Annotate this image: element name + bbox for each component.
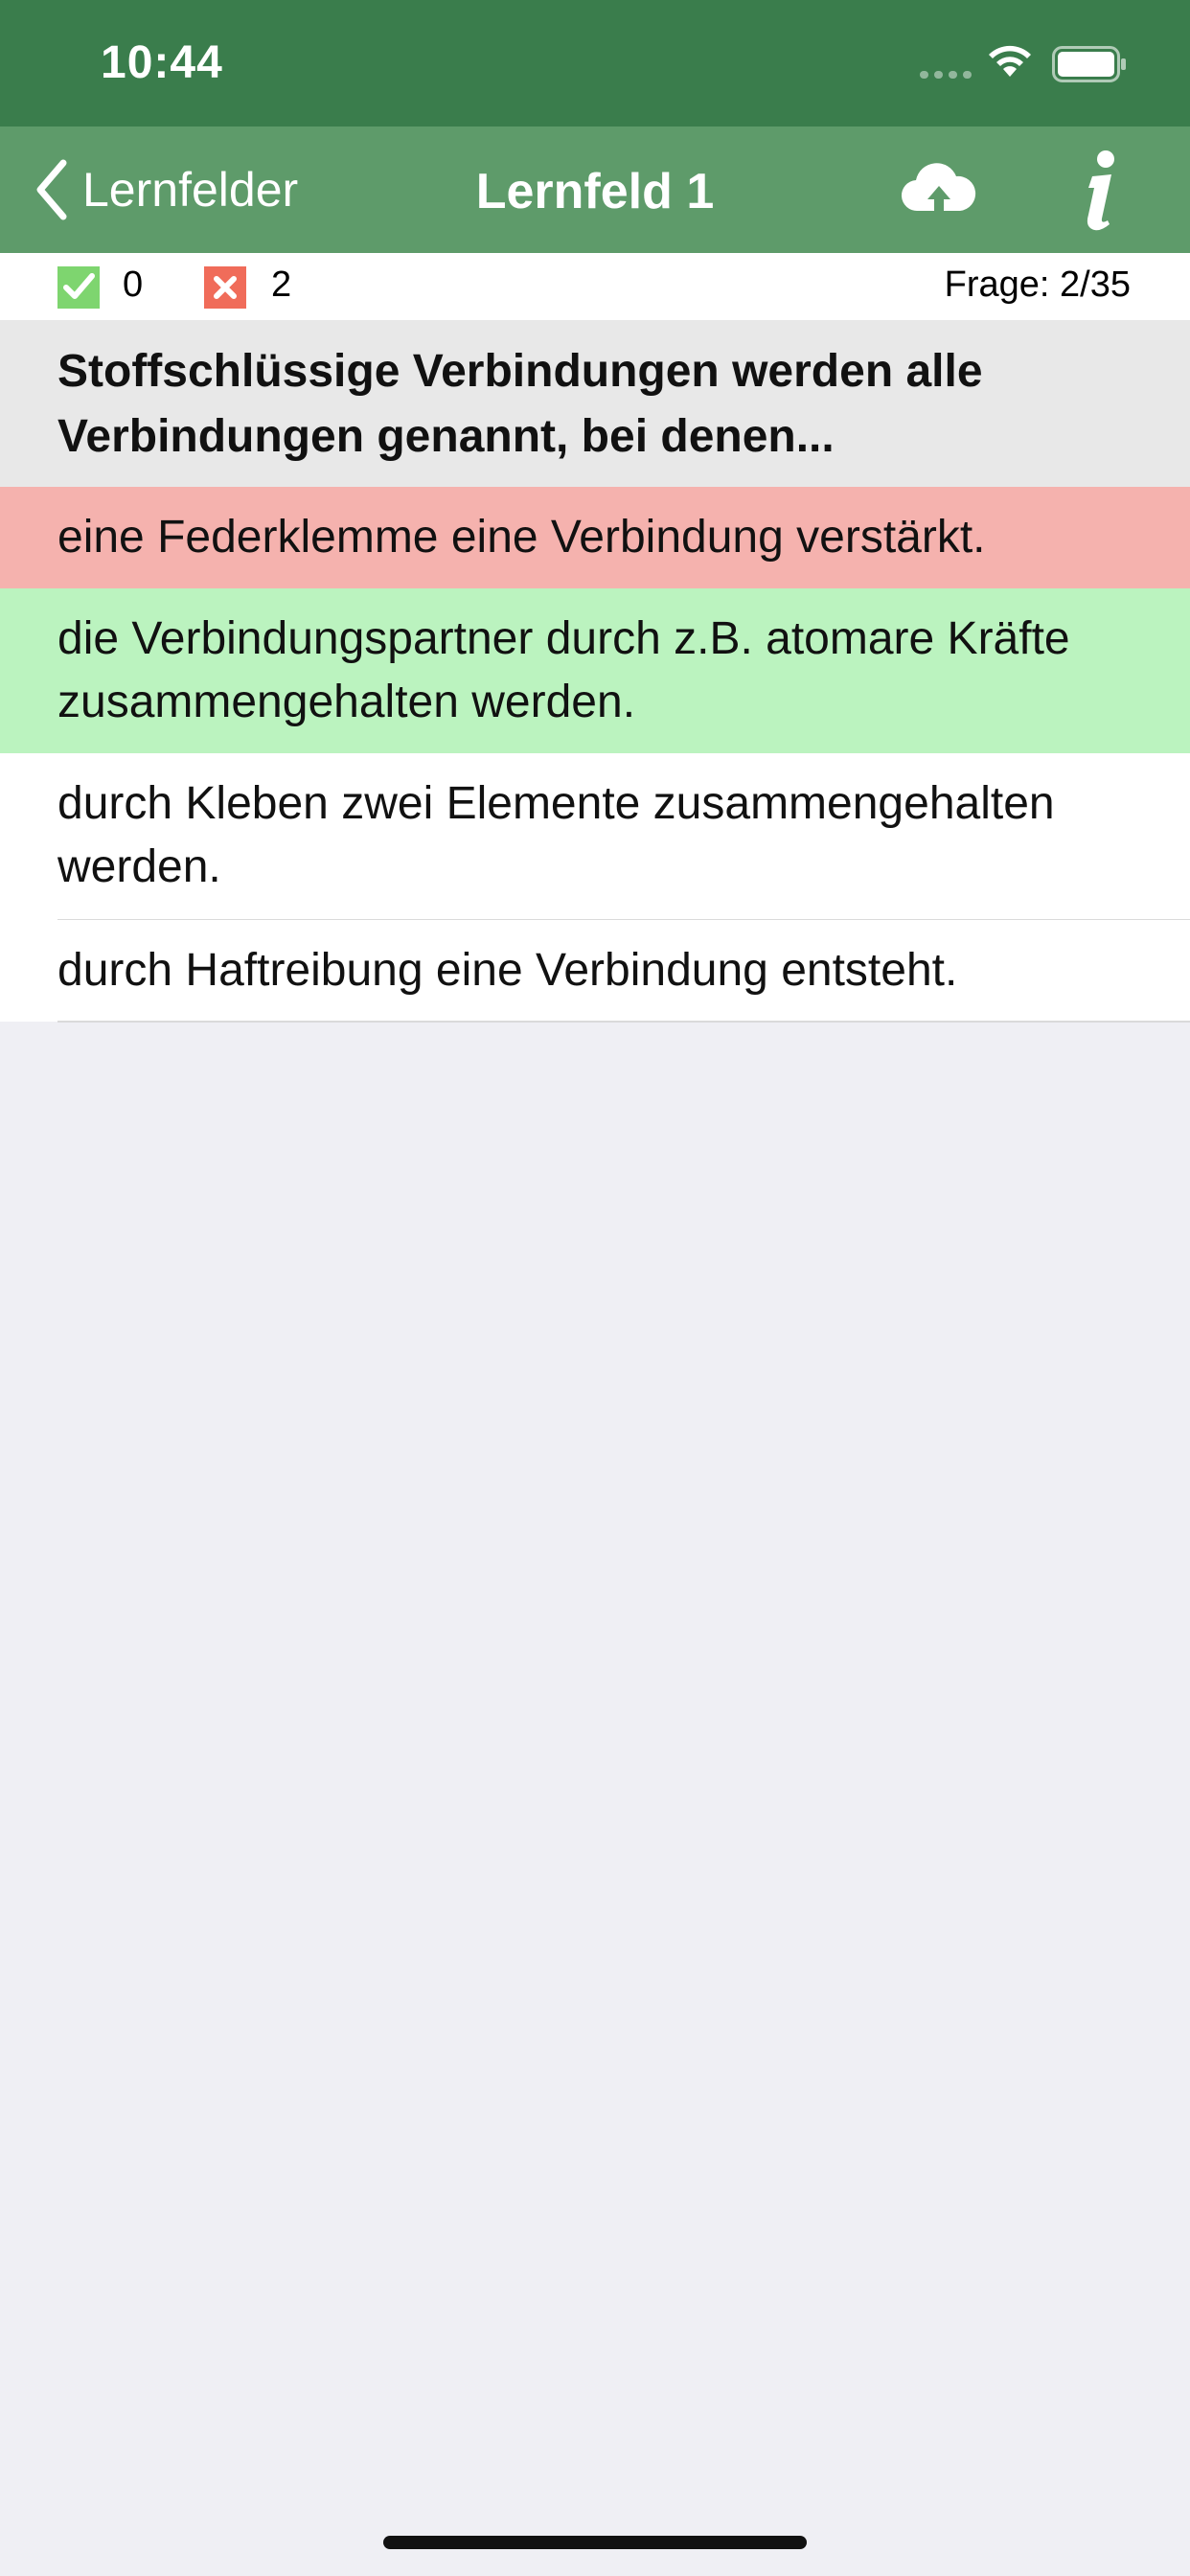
cloud-upload-icon[interactable] [901,155,977,224]
answer-option-wrong[interactable]: eine Federklemme eine Verbindung verstär… [0,487,1190,588]
status-time: 10:44 [101,37,223,88]
answer-option[interactable]: durch Haftreibung eine Verbindung entste… [0,920,1190,1022]
status-bar: 10:44 [0,0,1190,126]
cross-icon [204,266,246,309]
question-text: Stoffschlüssige Verbindungen werden alle… [0,320,1190,487]
question-counter: Frage: 2/35 [944,264,1131,305]
cellular-signal-icon [920,71,973,79]
correct-count: 0 [123,264,144,305]
answer-option[interactable]: durch Kleben zwei Elemente zusammengehal… [0,753,1190,920]
page-title: Lernfeld 1 [475,164,715,219]
checkmark-icon [57,266,100,309]
navigation-bar: Lernfelder Lernfeld 1 [0,126,1190,253]
wifi-icon [989,45,1031,77]
home-indicator[interactable] [383,2536,807,2549]
divider [57,1021,1190,1023]
battery-icon [1052,46,1126,82]
answer-option-correct[interactable]: die Verbindungspartner durch z.B. atomar… [0,588,1190,753]
wrong-count: 2 [271,264,292,305]
score-bar: 0 2 Frage: 2/35 [0,253,1190,321]
info-icon[interactable] [1071,148,1127,234]
